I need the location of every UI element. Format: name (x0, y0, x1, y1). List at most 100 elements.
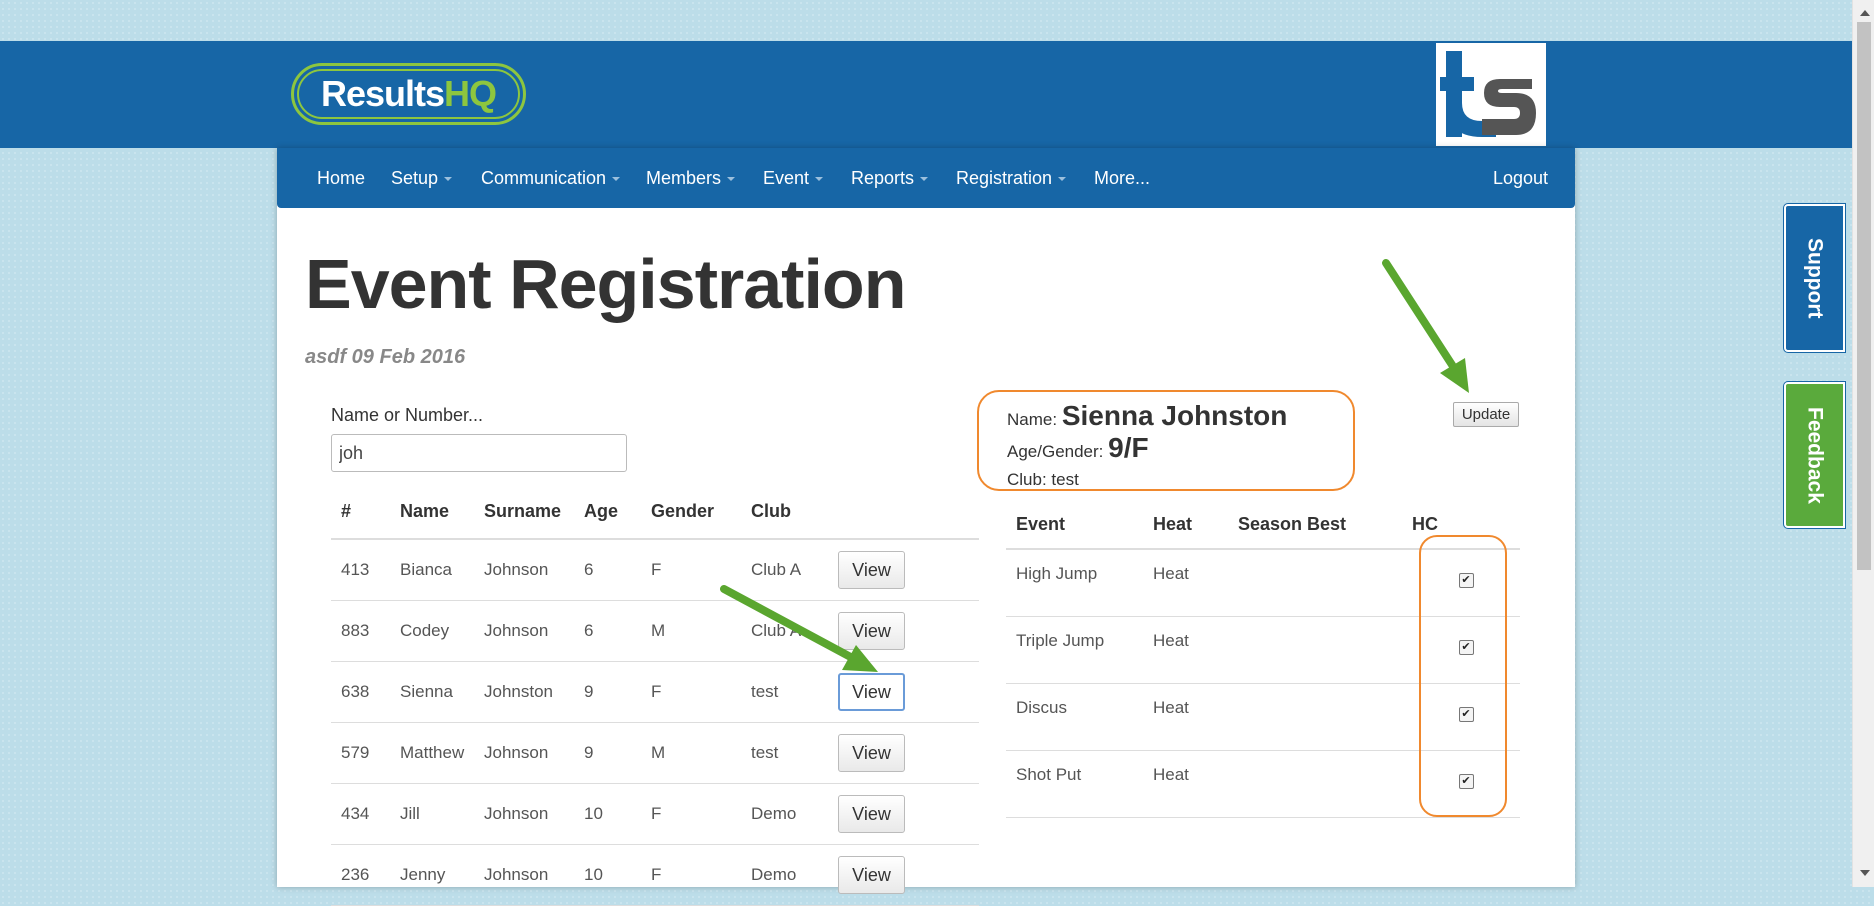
col-header-age: Age (574, 484, 641, 540)
events-table: Event Heat Season Best HC High Jump Heat… (1006, 500, 1520, 818)
event-row: Discus Heat ✔ (1006, 683, 1520, 751)
col-header-number: # (331, 484, 390, 540)
cell-gender: M (641, 722, 741, 784)
main-container: Home Setup Communication Members Event R… (277, 148, 1575, 906)
nav-event-label: Event (763, 168, 810, 188)
nav-members[interactable]: Members (646, 148, 736, 208)
cell-surname: Johnson (474, 783, 574, 845)
nav-logout[interactable]: Logout (1493, 148, 1548, 208)
col-header-action (828, 484, 979, 540)
hc-checkbox[interactable]: ✔ (1458, 773, 1474, 789)
nav-event[interactable]: Event (763, 148, 824, 208)
nav-more[interactable]: More... (1094, 148, 1150, 208)
table-row-selected: 638 Sienna Johnston 9 F test View (331, 661, 979, 723)
feedback-tab-label: Feedback (1803, 406, 1827, 504)
cell-age: 6 (574, 539, 641, 601)
resultshq-logo[interactable]: ResultsHQ (291, 63, 526, 125)
cell-name: Bianca (390, 539, 474, 601)
cell-surname: Johnson (474, 844, 574, 906)
caret-down-icon (920, 177, 929, 182)
view-button[interactable]: View (838, 612, 905, 650)
hc-checkbox[interactable]: ✔ (1458, 573, 1474, 588)
cell-age: 10 (574, 844, 641, 906)
nav-registration[interactable]: Registration (956, 148, 1067, 208)
hc-checkbox[interactable]: ✔ (1458, 706, 1474, 722)
cell-gender: F (641, 661, 741, 723)
cell-event: High Jump (1006, 549, 1143, 617)
nav-home[interactable]: Home (317, 148, 365, 208)
view-button[interactable]: View (838, 795, 905, 833)
cell-name: Jill (390, 783, 474, 845)
nav-setup-label: Setup (391, 168, 439, 188)
logo-text-accent: HQ (444, 73, 497, 114)
nav-registration-label: Registration (956, 168, 1053, 188)
search-label: Name or Number... (331, 405, 484, 425)
view-button[interactable]: View (838, 734, 905, 772)
cell-hc: ✔ (1402, 750, 1520, 818)
vertical-scrollbar[interactable] (1852, 0, 1874, 887)
cell-action: View (828, 661, 979, 723)
event-subtitle: asdf 09 Feb 2016 (305, 346, 466, 368)
caret-down-icon (727, 177, 736, 182)
event-row: Triple Jump Heat ✔ (1006, 616, 1520, 684)
event-row: Shot Put Heat ✔ (1006, 750, 1520, 818)
nav-communication[interactable]: Communication (481, 148, 621, 208)
view-button[interactable]: View (838, 673, 905, 711)
cell-heat: Heat (1143, 549, 1228, 617)
cell-age: 9 (574, 722, 641, 784)
navbar: Home Setup Communication Members Event R… (277, 148, 1575, 208)
cell-action: View (828, 844, 979, 906)
feedback-tab[interactable]: Feedback (1784, 382, 1845, 528)
cell-season-best (1228, 616, 1402, 684)
table-row: 434 Jill Johnson 10 F Demo View (331, 783, 979, 845)
event-row: High Jump Heat ✔ (1006, 549, 1520, 617)
view-button[interactable]: View (838, 856, 905, 894)
cell-season-best (1228, 549, 1402, 617)
cell-heat: Heat (1143, 616, 1228, 684)
table-row: 883 Codey Johnson 6 M Club A View (331, 600, 979, 662)
page-title: Event Registration (305, 245, 906, 323)
scroll-thumb[interactable] (1857, 22, 1871, 570)
cell-surname: Johnson (474, 722, 574, 784)
logo-text: ResultsHQ (321, 73, 497, 115)
cell-event: Shot Put (1006, 750, 1143, 818)
member-details-box: Name: Sienna Johnston Age/Gender: 9/F Cl… (977, 390, 1355, 491)
logo-frame: ResultsHQ (297, 69, 520, 119)
ts-logo (1436, 43, 1546, 146)
update-button[interactable]: Update (1453, 402, 1519, 427)
cell-number: 579 (331, 722, 390, 784)
cell-event: Triple Jump (1006, 616, 1143, 684)
cell-surname: Johnson (474, 600, 574, 662)
header-band (0, 41, 1854, 148)
cell-name: Sienna (390, 661, 474, 723)
cell-hc: ✔ (1402, 683, 1520, 751)
hc-checkbox[interactable]: ✔ (1458, 639, 1474, 655)
col-header-hc: HC (1402, 500, 1520, 550)
cell-season-best (1228, 750, 1402, 818)
detail-club-value: test (1051, 470, 1079, 489)
nav-home-label: Home (317, 168, 366, 188)
support-tab-label: Support (1803, 237, 1827, 319)
col-header-season-best: Season Best (1228, 500, 1402, 550)
nav-members-label: Members (646, 168, 722, 188)
cell-gender: M (641, 600, 741, 662)
cell-heat: Heat (1143, 750, 1228, 818)
cell-hc: ✔ (1402, 549, 1520, 617)
cell-gender: F (641, 539, 741, 601)
nav-more-label: More... (1094, 168, 1151, 188)
detail-name-label: Name: (1007, 410, 1058, 429)
detail-club-label: Club: (1007, 470, 1047, 489)
table-row: 236 Jenny Johnson 10 F Demo View (331, 844, 979, 906)
nav-reports[interactable]: Reports (851, 148, 929, 208)
cell-number: 883 (331, 600, 390, 662)
scroll-down-arrow-icon[interactable] (1860, 870, 1870, 876)
col-header-name: Name (390, 484, 474, 540)
ts-logo-graphic (1440, 51, 1536, 137)
scroll-up-arrow-icon[interactable] (1860, 10, 1870, 16)
cell-gender: F (641, 783, 741, 845)
support-tab[interactable]: Support (1784, 204, 1845, 352)
view-button[interactable]: View (838, 551, 905, 589)
cell-hc: ✔ (1402, 616, 1520, 684)
nav-setup[interactable]: Setup (391, 148, 453, 208)
search-input[interactable] (331, 434, 627, 472)
